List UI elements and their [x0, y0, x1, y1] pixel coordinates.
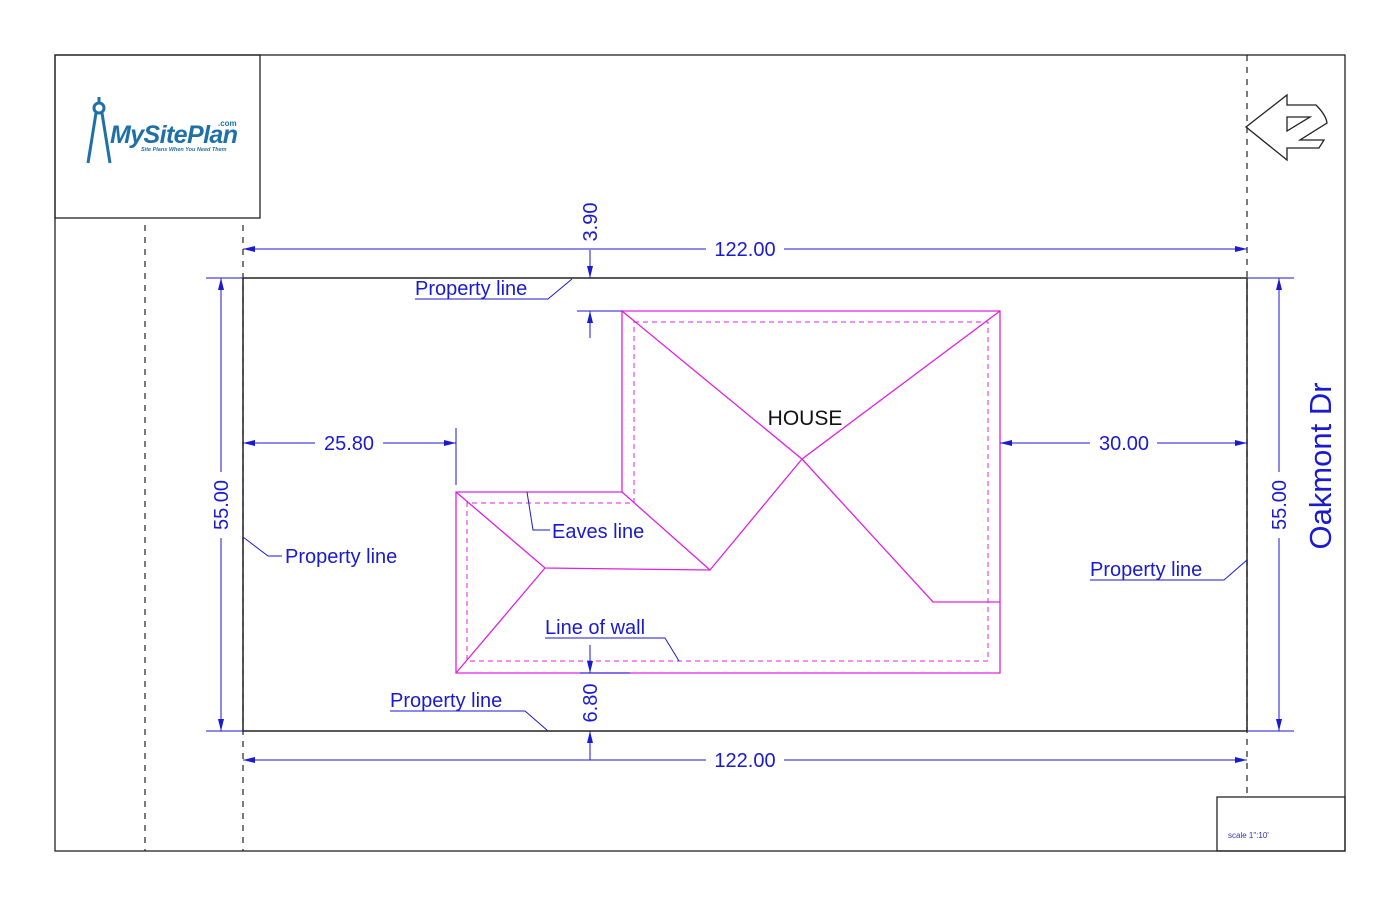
label-leaders — [242, 278, 1248, 732]
street-name: Oakmont Dr — [1303, 382, 1338, 549]
logo-suffix: .com — [218, 119, 237, 128]
label-property-line-right: Property line — [1090, 559, 1202, 581]
site-plan: MySitePlan .com Site Plans When You Need… — [54, 54, 1346, 852]
dim-left-depth: 55.00 — [211, 480, 233, 530]
scale-text: scale 1":10' — [1228, 831, 1269, 840]
dimension-lines — [206, 246, 1294, 763]
label-property-line-bottom: Property line — [390, 690, 502, 712]
scale-box — [1216, 796, 1346, 852]
label-line-of-wall: Line of wall — [545, 617, 645, 639]
dim-left-setback: 25.80 — [324, 433, 374, 455]
house-label: HOUSE — [768, 407, 843, 430]
dim-right-setback: 30.00 — [1099, 433, 1149, 455]
property-boundary — [242, 277, 1248, 732]
dim-front-setback: 3.90 — [580, 203, 602, 242]
label-property-line-top: Property line — [415, 278, 527, 300]
dim-top-width: 122.00 — [714, 239, 775, 261]
dim-bottom-setback: 6.80 — [580, 684, 602, 723]
compass-logo-icon — [86, 97, 112, 164]
logo-tagline: Site Plans When You Need Them — [141, 147, 227, 153]
label-property-line-left: Property line — [285, 546, 397, 568]
house-roof-outline — [455, 310, 1001, 674]
dim-bottom-width: 122.00 — [714, 750, 775, 772]
north-arrow-icon — [1244, 93, 1328, 162]
label-eaves-line: Eaves line — [552, 521, 644, 543]
dim-right-depth: 55.00 — [1269, 480, 1291, 530]
